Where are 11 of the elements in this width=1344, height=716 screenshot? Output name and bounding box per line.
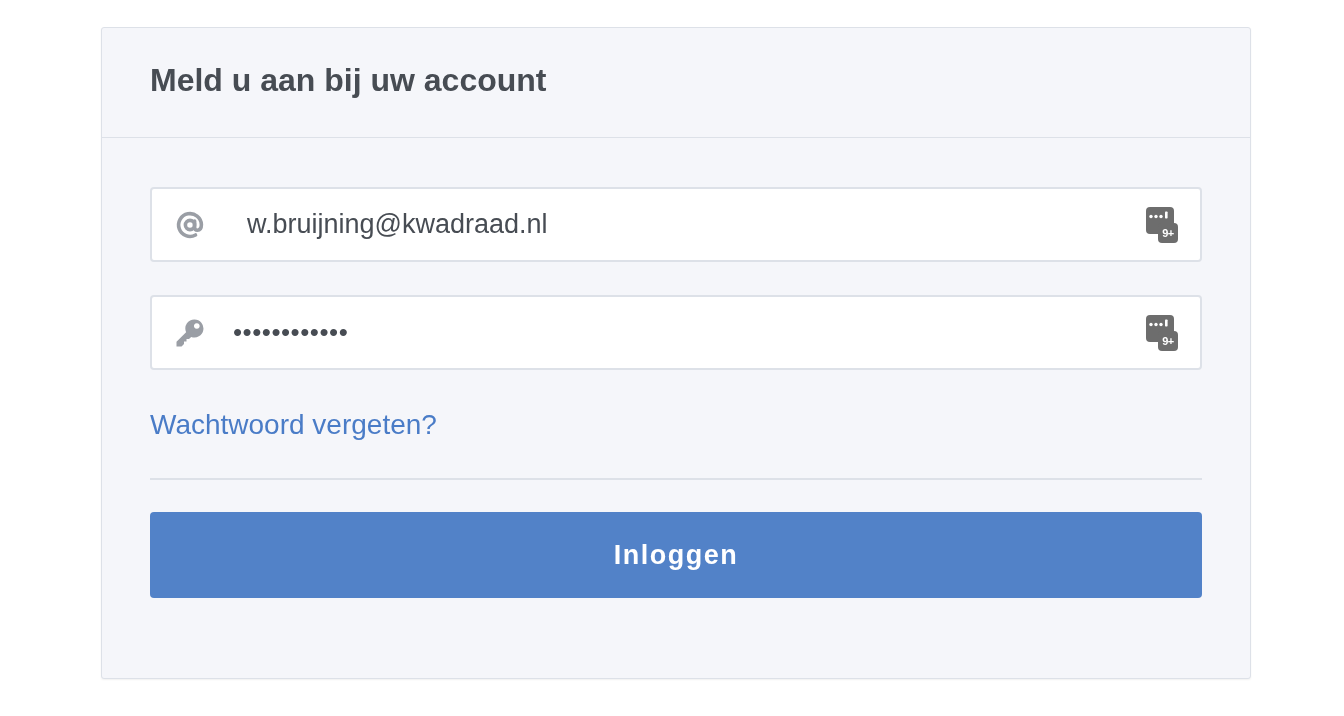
at-sign-icon xyxy=(175,209,205,240)
count-badge: 9+ xyxy=(1158,330,1178,351)
password-input[interactable]: •••••••••••• xyxy=(233,297,1134,368)
login-button[interactable]: Inloggen xyxy=(150,512,1202,598)
password-field[interactable]: •••••••••••• 9+ xyxy=(150,295,1202,370)
count-badge: 9+ xyxy=(1158,222,1178,243)
key-icon xyxy=(175,317,205,348)
forgot-password-link[interactable]: Wachtwoord vergeten? xyxy=(150,407,437,443)
email-field[interactable]: w.bruijning@kwadraad.nl 9+ xyxy=(150,187,1202,262)
card-title: Meld u aan bij uw account xyxy=(150,62,547,99)
email-input[interactable]: w.bruijning@kwadraad.nl xyxy=(247,189,1134,260)
